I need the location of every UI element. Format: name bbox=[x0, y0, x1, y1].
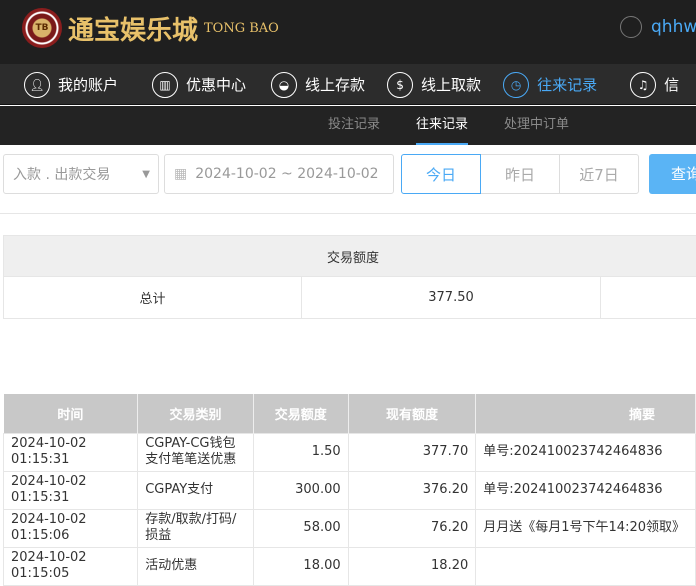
cell-type: 活动优惠 bbox=[138, 547, 254, 585]
cell-balance: 76.20 bbox=[348, 509, 476, 547]
cell-balance: 18.20 bbox=[348, 547, 476, 585]
tab-bet-records[interactable]: 投注记录 bbox=[328, 106, 380, 145]
cell-amount: 58.00 bbox=[253, 509, 348, 547]
nav-label: 往来记录 bbox=[537, 74, 597, 95]
cell-summary: 月月送《每月1号下午14:20领取》 bbox=[476, 509, 696, 547]
cell-balance: 376.20 bbox=[348, 471, 476, 509]
chevron-down-icon: ▼ bbox=[142, 169, 150, 180]
query-button[interactable]: 查询 bbox=[649, 154, 696, 194]
calendar-icon: ▦ bbox=[174, 166, 187, 182]
cell-type: CGPAY支付 bbox=[138, 471, 254, 509]
cell-amount: 18.00 bbox=[253, 547, 348, 585]
table-row: 2024-10-02 01:15:31 CGPAY支付 300.00 376.2… bbox=[4, 471, 696, 509]
cell-amount: 300.00 bbox=[253, 471, 348, 509]
nav-messages[interactable]: ♫信 bbox=[630, 64, 679, 105]
nav-deposit[interactable]: ◒ 线上存款 bbox=[271, 64, 365, 105]
summary-value: 377.50 bbox=[302, 277, 601, 319]
table-row: 2024-10-02 01:15:31 CGPAY-CG钱包支付笔笔送优惠 1.… bbox=[4, 433, 696, 471]
username: qhhw bbox=[651, 17, 696, 37]
summary-empty bbox=[601, 277, 696, 319]
cell-time: 2024-10-02 01:15:05 bbox=[4, 547, 138, 585]
cell-type: CGPAY-CG钱包支付笔笔送优惠 bbox=[138, 433, 254, 471]
logo-chip-icon: TB bbox=[22, 8, 62, 48]
nav-label: 优惠中心 bbox=[186, 74, 246, 95]
logo[interactable]: TB 通宝娱乐城 TONG BAO bbox=[22, 8, 279, 48]
table-header: 时间 交易类别 交易额度 现有额度 摘要 bbox=[4, 394, 696, 433]
cell-time: 2024-10-02 01:15:31 bbox=[4, 471, 138, 509]
table-row: 2024-10-02 01:15:05 活动优惠 18.00 18.20 bbox=[4, 547, 696, 585]
bell-icon: ♫ bbox=[630, 72, 656, 98]
nav-records[interactable]: ◷ 往来记录 bbox=[503, 64, 597, 105]
cell-summary: 单号:202410023742464836 bbox=[476, 433, 696, 471]
main-nav: 👤︎我的账户 ▥优惠中心 ◒线上存款 $线上取款 ◷往来记录 ♫信 bbox=[0, 64, 696, 105]
summary-table: 交易额度 总计377.50 bbox=[3, 235, 696, 319]
cell-amount: 1.50 bbox=[253, 433, 348, 471]
nav-label: 我的账户 bbox=[58, 74, 118, 95]
cell-time: 2024-10-02 01:15:06 bbox=[4, 509, 138, 547]
gift-icon: ▥ bbox=[152, 72, 178, 98]
nav-withdraw[interactable]: $ 线上取款 bbox=[387, 64, 481, 105]
col-type: 交易类别 bbox=[138, 394, 254, 433]
sub-nav: 投注记录 往来记录 处理中订单 bbox=[0, 106, 696, 145]
user-icon bbox=[620, 16, 642, 38]
summary-header: 交易额度 bbox=[4, 236, 696, 277]
col-summary: 摘要 bbox=[476, 394, 696, 433]
logo-text: 通宝娱乐城 bbox=[68, 10, 198, 47]
transaction-type-select[interactable]: 入款 . 出款交易 ▼ bbox=[3, 154, 159, 194]
summary-label: 总计 bbox=[4, 277, 302, 319]
nav-promotions[interactable]: ▥ 优惠中心 bbox=[152, 64, 246, 105]
tab-pending-orders[interactable]: 处理中订单 bbox=[504, 106, 569, 145]
cell-summary bbox=[476, 547, 696, 585]
deposit-icon: ◒ bbox=[271, 72, 297, 98]
transactions-table: 时间 交易类别 交易额度 现有额度 摘要 2024-10-02 01:15:31… bbox=[3, 394, 696, 586]
table-row: 2024-10-02 01:15:06 存款/取款/打码/损益 58.00 76… bbox=[4, 509, 696, 547]
select-value: 入款 . 出款交易 bbox=[13, 164, 110, 184]
user-icon: 👤︎ bbox=[24, 72, 50, 98]
date-range-input[interactable]: ▦ 2024-10-02 ~ 2024-10-02 bbox=[164, 154, 394, 194]
date-range-value: 2024-10-02 ~ 2024-10-02 bbox=[195, 166, 378, 182]
yesterday-button[interactable]: 昨日 bbox=[480, 154, 560, 194]
nav-my-account[interactable]: 👤︎ 我的账户 bbox=[24, 64, 118, 105]
col-time: 时间 bbox=[4, 394, 138, 433]
cell-type: 存款/取款/打码/损益 bbox=[138, 509, 254, 547]
col-amount: 交易额度 bbox=[253, 394, 348, 433]
today-button[interactable]: 今日 bbox=[401, 154, 481, 194]
nav-label: 线上存款 bbox=[305, 74, 365, 95]
user-account[interactable]: qhhw bbox=[620, 16, 696, 38]
cell-time: 2024-10-02 01:15:31 bbox=[4, 433, 138, 471]
cell-summary: 单号:202410023742464836 bbox=[476, 471, 696, 509]
records-icon: ◷ bbox=[503, 72, 529, 98]
nav-label: 线上取款 bbox=[421, 74, 481, 95]
withdraw-icon: $ bbox=[387, 72, 413, 98]
last-7-days-button[interactable]: 近7日 bbox=[559, 154, 639, 194]
cell-balance: 377.70 bbox=[348, 433, 476, 471]
logo-en: TONG BAO bbox=[204, 21, 279, 36]
col-balance: 现有额度 bbox=[348, 394, 476, 433]
divider bbox=[0, 213, 696, 214]
top-header: TB 通宝娱乐城 TONG BAO qhhw bbox=[0, 0, 696, 64]
nav-label: 信 bbox=[664, 74, 679, 95]
tab-transaction-records[interactable]: 往来记录 bbox=[416, 106, 468, 145]
